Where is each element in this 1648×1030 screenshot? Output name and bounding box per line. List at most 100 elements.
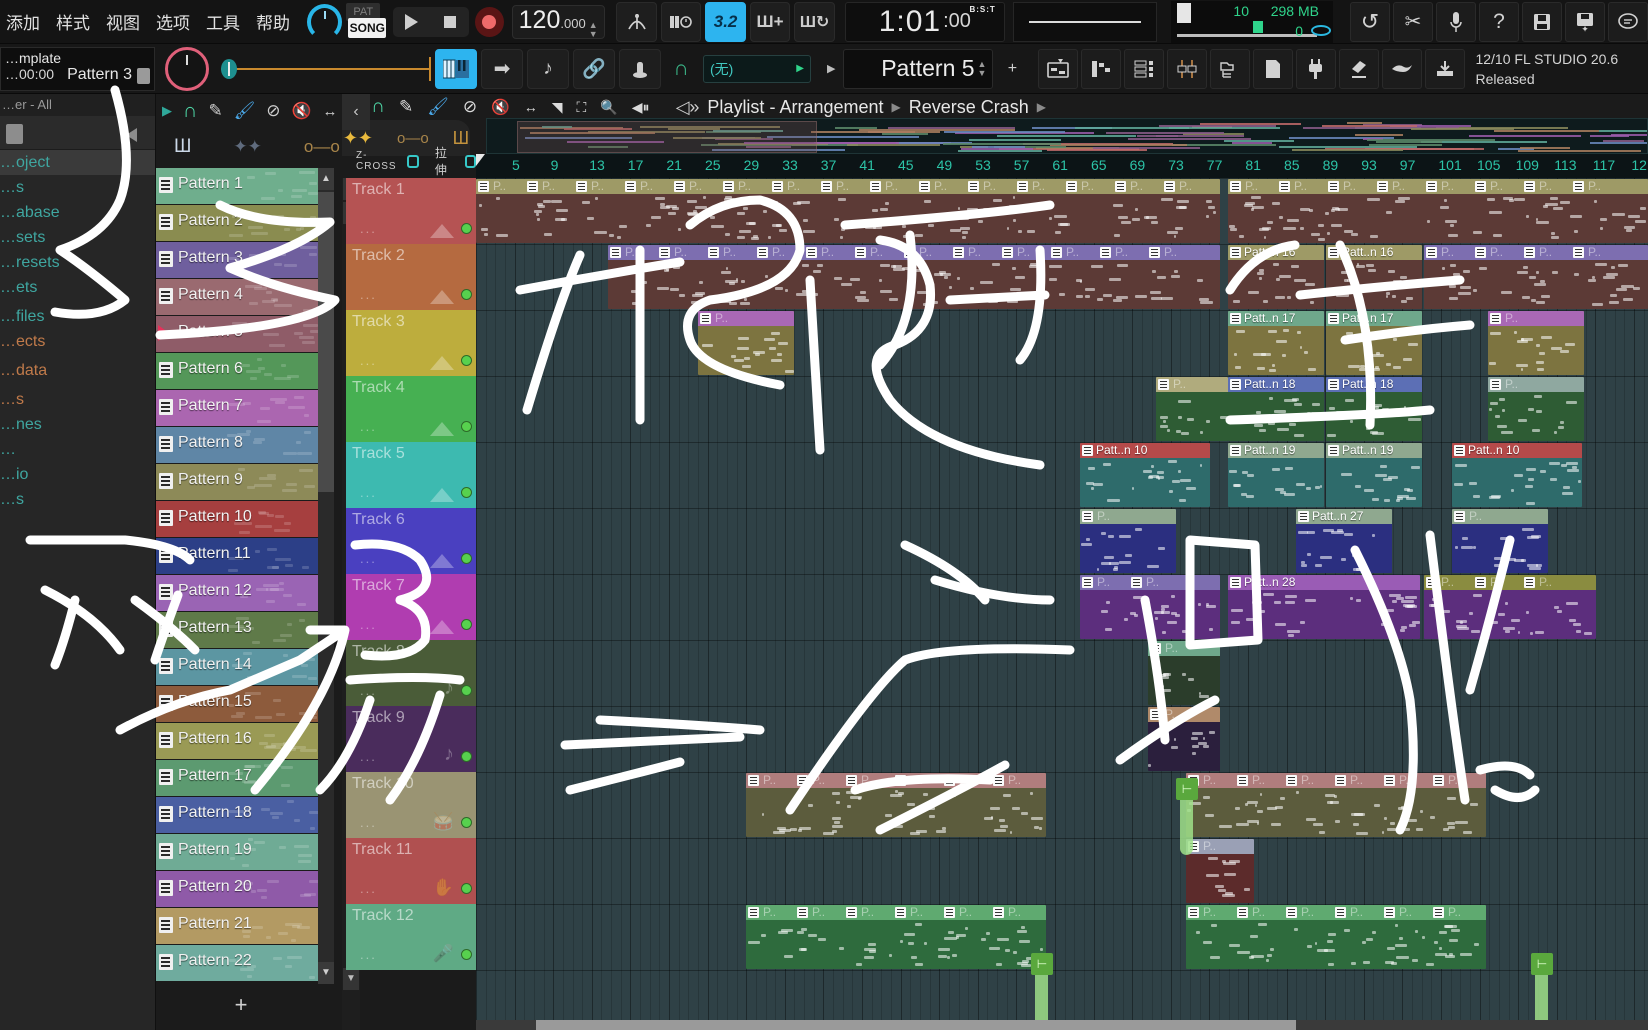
clip-header[interactable]: Patt..n 17 — [1228, 311, 1324, 326]
tempo-spinner-icon[interactable]: ▲▼ — [589, 21, 598, 39]
song-mode-label[interactable]: SONG — [348, 18, 386, 38]
paint-brush-icon[interactable]: 🖌 — [234, 101, 256, 121]
clip-header[interactable]: P.. — [1488, 311, 1584, 326]
browser-item-14[interactable]: … — [0, 437, 155, 462]
playlist-clip[interactable]: P..P..P..P..P..P.. — [1186, 905, 1486, 969]
clip-header[interactable]: P..P..P..P..P..P.. — [746, 905, 1046, 920]
menu-item-tools[interactable]: 工具 — [206, 9, 240, 34]
stop-button[interactable] — [431, 7, 469, 37]
link-nodes-icon[interactable]: o—o — [304, 137, 340, 157]
breadcrumb-track[interactable]: Reverse Crash — [909, 97, 1029, 118]
comment-icon[interactable] — [1608, 2, 1648, 42]
link-chain-icon[interactable]: 🔗 — [573, 49, 615, 89]
pattern-row[interactable]: Pattern 2 — [156, 205, 320, 241]
playlist-icon[interactable] — [1038, 49, 1078, 89]
browser-item-5[interactable]: …ets — [0, 275, 155, 300]
add-pattern-row[interactable]: + — [156, 992, 326, 1018]
track-enable-led[interactable] — [461, 619, 472, 630]
help-icon[interactable]: ? — [1479, 2, 1519, 42]
track-enable-led[interactable] — [461, 883, 472, 894]
pattern-row[interactable]: Pattern 11 — [156, 538, 320, 574]
scroll-up-icon[interactable]: ▲ — [318, 168, 334, 190]
tempo-field[interactable]: 120 .000 ▲▼ — [512, 5, 605, 39]
playlist-horizontal-scrollbar[interactable] — [476, 1020, 1648, 1030]
zoom-icon[interactable]: 🔍 — [600, 99, 617, 116]
playhead-marker[interactable] — [476, 154, 485, 166]
clip-header[interactable]: Patt..n 17 — [1326, 311, 1422, 326]
pattern-picker-panel[interactable]: ▶ ∩ ✎ 🖌 ⊘ 🔇 ↔ ◥ ⛶ 🔍 ◀⏸ Ш ✦✦ o—o Pattern … — [156, 94, 342, 1030]
track-enable-led[interactable] — [461, 751, 472, 762]
track-options-dots[interactable]: ... — [360, 287, 377, 302]
browser-header[interactable]: …er - All — [0, 94, 155, 116]
pattern-row[interactable]: Pattern 17 — [156, 760, 320, 796]
pattern-row[interactable]: Pattern 10 — [156, 501, 320, 537]
mute-icon[interactable]: 🔇 — [292, 101, 312, 121]
undo-icon[interactable]: ↺ — [1350, 2, 1390, 42]
delete-icon[interactable]: ⊘ — [266, 101, 280, 121]
slice-icon[interactable]: ◥ — [552, 99, 563, 116]
track-header[interactable]: Track 6... — [346, 508, 476, 574]
new-file-icon[interactable] — [1253, 49, 1293, 89]
download-icon[interactable] — [1425, 49, 1465, 89]
pattern-row[interactable]: Pattern 1 — [156, 168, 320, 204]
pattern-row[interactable]: Pattern 15 — [156, 686, 320, 722]
snap-selector[interactable]: (无) ▶ — [703, 55, 811, 83]
clip-header[interactable]: Patt..n 16 — [1326, 245, 1422, 260]
pattern-row[interactable]: Pattern 4 — [156, 279, 320, 315]
note-slide-icon[interactable]: ♪ — [527, 49, 569, 89]
pattern-row[interactable]: Pattern 22 — [156, 945, 320, 981]
paint-brush-icon[interactable]: 🖌 — [427, 97, 449, 117]
pattern-row[interactable]: Pattern 21 — [156, 908, 320, 944]
headphones-icon[interactable]: ∩ — [665, 49, 697, 89]
scroll-down-icon[interactable]: ▼ — [318, 962, 334, 984]
master-pitch-knob[interactable] — [307, 4, 342, 40]
mute-icon[interactable]: 🔇 — [491, 98, 510, 116]
track-header[interactable]: Track 11...✋ — [346, 838, 476, 904]
playlist-clip[interactable]: Patt..n 10 — [1452, 443, 1582, 507]
track-header[interactable]: Track 2... — [346, 244, 476, 310]
track-enable-led[interactable] — [461, 817, 472, 828]
track-options-dots[interactable]: ... — [360, 485, 377, 500]
pattern-scrollbar[interactable]: ▲ ▼ — [318, 168, 334, 984]
playlist-clip[interactable]: P..P..P..P..P..P.. — [746, 905, 1046, 969]
track-enable-led[interactable] — [461, 421, 472, 432]
stretch-checkbox[interactable] — [465, 155, 477, 168]
automation-marker[interactable]: ⊢ — [1031, 953, 1053, 975]
pattern-row[interactable]: Pattern 7 — [156, 390, 320, 426]
add-pattern-button[interactable]: + — [997, 49, 1027, 89]
chevron-right-icon[interactable]: ▶ — [796, 63, 804, 74]
playlist-clip[interactable]: P.. — [1488, 377, 1584, 441]
clip-header[interactable]: P..P..P.. — [1424, 575, 1596, 590]
pencil-draw-icon[interactable]: ✎ — [399, 97, 413, 117]
pattern-row[interactable]: Pattern 19 — [156, 834, 320, 870]
playlist-clip[interactable]: P..P..P..P..P..P..P..P..P..P..P..P..P..P… — [476, 179, 1220, 243]
playlist-clip[interactable]: P..P..P..P..P..P.. — [1186, 773, 1486, 837]
track-header[interactable]: Track 5... — [346, 442, 476, 508]
clip-header[interactable]: Patt..n 27 — [1296, 509, 1392, 524]
sparkle-icon[interactable]: ✦✦ — [343, 128, 373, 149]
select-icon[interactable]: ⛶ — [577, 99, 587, 116]
playlist-clip[interactable]: P.. — [698, 311, 794, 375]
playlist-clip[interactable]: Patt..n 28 — [1228, 575, 1420, 639]
playlist-clip[interactable]: P..P..P..P..P..P.. — [746, 773, 1046, 837]
playlist-clip[interactable]: Patt..n 16 — [1326, 245, 1422, 309]
pencil-draw-icon[interactable]: ✎ — [208, 101, 222, 121]
track-enable-led[interactable] — [461, 685, 472, 696]
clip-header[interactable]: Patt..n 19 — [1326, 443, 1422, 458]
pattern-row[interactable]: Pattern 5 — [156, 316, 320, 352]
track-options-dots[interactable]: ... — [360, 419, 377, 434]
browser-item-15[interactable]: …io — [0, 462, 155, 487]
playlist-clip[interactable]: Patt..n 18 — [1228, 377, 1324, 441]
sparkle-icon[interactable]: ✦✦ — [233, 137, 262, 157]
countdown-32-icon[interactable]: 3.2 — [705, 2, 746, 42]
track-options-dots[interactable]: ... — [360, 881, 377, 896]
arrow-right-icon[interactable]: ➡ — [481, 49, 523, 89]
pattern-row[interactable]: Pattern 13 — [156, 612, 320, 648]
touch-hand-icon[interactable] — [1382, 49, 1422, 89]
piano-roll-icon[interactable]: Ш — [174, 136, 191, 158]
track-options-dots[interactable]: ... — [360, 221, 377, 236]
track-options-dots[interactable]: ... — [360, 683, 377, 698]
play-button[interactable] — [393, 7, 431, 37]
speaker-small-icon[interactable]: ◁» — [676, 97, 700, 118]
save-icon[interactable] — [1522, 2, 1562, 42]
